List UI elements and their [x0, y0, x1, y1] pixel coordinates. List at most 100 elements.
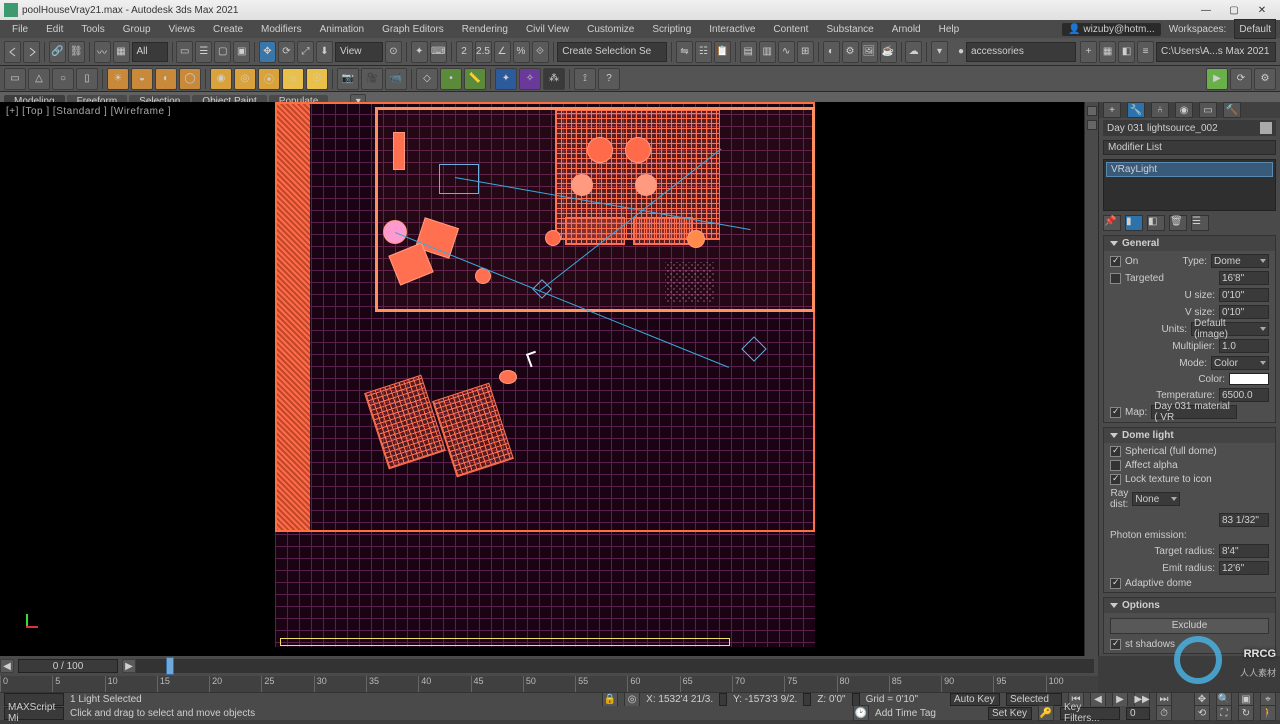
menu-edit[interactable]: Edit — [38, 22, 71, 37]
menu-scripting[interactable]: Scripting — [644, 22, 699, 37]
menu-animation[interactable]: Animation — [312, 22, 372, 37]
key-mode-icon[interactable]: 🔑 — [1038, 705, 1054, 721]
x-field[interactable] — [719, 693, 727, 706]
rendered-frame-window[interactable]: 🖼 — [861, 41, 878, 63]
side-button-1[interactable] — [1087, 106, 1097, 116]
tab-utilities[interactable]: 🔨 — [1223, 102, 1241, 118]
light-photometric-1[interactable]: ◉ — [210, 68, 232, 90]
user-account[interactable]: 👤 wizuby@hotm... — [1062, 23, 1161, 36]
time-marker[interactable] — [166, 657, 174, 675]
check-adaptive[interactable] — [1110, 578, 1121, 589]
minimize-button[interactable]: — — [1192, 1, 1220, 19]
light-photometric-3[interactable]: ⦿ — [258, 68, 280, 90]
bind-space-warp[interactable]: 〰 — [94, 41, 111, 63]
ref-coord-dropdown[interactable]: View — [335, 42, 383, 62]
helper-tape[interactable]: 📏 — [464, 68, 486, 90]
render-setup-button[interactable]: ⚙ — [842, 41, 859, 63]
create-cone[interactable]: △ — [28, 68, 50, 90]
menu-interactive[interactable]: Interactive — [701, 22, 763, 37]
time-tag-icon[interactable]: 🕑 — [853, 705, 869, 721]
camera-physical[interactable]: 📹 — [385, 68, 407, 90]
undo-button[interactable] — [4, 41, 21, 63]
dropdown-units[interactable]: Default (image) — [1191, 322, 1269, 336]
close-button[interactable]: ✕ — [1248, 1, 1276, 19]
spinner-snap-toggle[interactable]: ⟐ — [532, 41, 549, 63]
viewport-nav-orbit[interactable]: ⟲ — [1194, 705, 1210, 721]
select-manipulate[interactable]: ✦ — [411, 41, 428, 63]
dropdown-raydist[interactable]: None — [1132, 492, 1180, 506]
create-sphere[interactable]: ○ — [52, 68, 74, 90]
key-filters-button[interactable]: Key Filters... — [1060, 707, 1120, 720]
help-icon[interactable]: ? — [598, 68, 620, 90]
select-object-button[interactable]: ▭ — [176, 41, 193, 63]
spinner-targeted[interactable]: 16'8" — [1219, 271, 1269, 285]
check-shadows[interactable] — [1110, 639, 1121, 650]
select-region-rect[interactable]: ▢ — [214, 41, 231, 63]
pin-stack[interactable]: 📌 — [1103, 215, 1121, 231]
menu-tools[interactable]: Tools — [73, 22, 112, 37]
modifier-list-dropdown[interactable]: Modifier List — [1103, 140, 1276, 155]
render-production[interactable]: ☕ — [880, 41, 897, 63]
toggle-layer-explorer[interactable]: ▤ — [740, 41, 757, 63]
unlink-button[interactable]: ⛓ — [68, 41, 85, 63]
spacewarp-2[interactable]: ✧ — [519, 68, 541, 90]
tab-hierarchy[interactable]: ⑃ — [1151, 102, 1169, 118]
viewport-nav-maximize[interactable]: ⛶ — [1216, 705, 1232, 721]
select-place-button[interactable]: ⬇ — [316, 41, 333, 63]
menu-content[interactable]: Content — [765, 22, 816, 37]
check-lock-texture[interactable] — [1110, 474, 1121, 485]
vray-fb-button[interactable]: ▶ — [1206, 68, 1228, 90]
select-by-name-button[interactable]: ☰ — [195, 41, 212, 63]
menu-arnold[interactable]: Arnold — [884, 22, 929, 37]
create-box[interactable]: ▭ — [4, 68, 26, 90]
side-button-2[interactable] — [1087, 120, 1097, 130]
redo-button[interactable] — [23, 41, 40, 63]
dropdown-mode[interactable]: Color — [1211, 356, 1269, 370]
schematic-view-button[interactable]: ⊞ — [797, 41, 814, 63]
named-selection-set[interactable]: Create Selection Se — [557, 42, 667, 62]
object-name-field[interactable]: Day 031 lightsource_002 — [1103, 120, 1276, 136]
tab-modify[interactable]: 🔧 — [1127, 102, 1145, 118]
viewport[interactable]: [+] [Top ] [Standard ] [Wireframe ] — [0, 102, 1098, 656]
color-swatch[interactable] — [1229, 373, 1269, 385]
autokey-button[interactable]: Auto Key — [950, 693, 1000, 706]
maximize-button[interactable]: ▢ — [1220, 1, 1248, 19]
add-time-tag[interactable]: Add Time Tag — [875, 708, 936, 719]
helper-point[interactable]: • — [440, 68, 462, 90]
menu-file[interactable]: File — [4, 22, 36, 37]
open-a360[interactable]: ▾ — [931, 41, 948, 63]
helper-dummy[interactable]: ◇ — [416, 68, 438, 90]
rollout-options-header[interactable]: Options — [1104, 598, 1275, 613]
check-on[interactable] — [1110, 256, 1121, 267]
vray-settings-button[interactable]: ⚙ — [1254, 68, 1276, 90]
remove-modifier[interactable]: 🗑 — [1169, 215, 1187, 231]
check-targeted[interactable] — [1110, 273, 1121, 284]
curve-editor-button[interactable]: ∿ — [778, 41, 795, 63]
layer-more[interactable]: ≡ — [1137, 41, 1154, 63]
window-crossing-toggle[interactable]: ▣ — [233, 41, 250, 63]
spacewarp-1[interactable]: ✦ — [495, 68, 517, 90]
check-spherical[interactable] — [1110, 446, 1121, 457]
current-frame-field[interactable]: 0 — [1126, 707, 1150, 720]
menu-group[interactable]: Group — [115, 22, 159, 37]
toggle-scene-explorer[interactable]: 📋 — [714, 41, 731, 63]
spinner-target-radius[interactable]: 8'4" — [1219, 544, 1269, 558]
time-slider-prev[interactable]: ◀ — [0, 659, 14, 673]
menu-substance[interactable]: Substance — [818, 22, 881, 37]
configure-sets[interactable]: ☰ — [1191, 215, 1209, 231]
light-omni[interactable]: ☀ — [107, 68, 129, 90]
percent-snap-toggle[interactable]: % — [513, 41, 530, 63]
viewport-canvas[interactable] — [275, 102, 815, 647]
light-photometric-2[interactable]: ◎ — [234, 68, 256, 90]
select-rotate-button[interactable]: ⟳ — [278, 41, 295, 63]
check-affect-alpha[interactable] — [1110, 460, 1121, 471]
menu-civilview[interactable]: Civil View — [518, 22, 577, 37]
time-slider[interactable]: 0 / 100 — [18, 659, 118, 673]
map-button[interactable]: Day 031 material ( VR — [1151, 405, 1237, 419]
tab-motion[interactable]: ◉ — [1175, 102, 1193, 118]
angle-snap-toggle[interactable]: ∠ — [494, 41, 511, 63]
spinner-emit-radius[interactable]: 12'6" — [1219, 561, 1269, 575]
time-config-button[interactable]: ⏱ — [1156, 705, 1172, 721]
daylight-system[interactable]: ☉ — [306, 68, 328, 90]
y-field[interactable] — [803, 693, 811, 706]
